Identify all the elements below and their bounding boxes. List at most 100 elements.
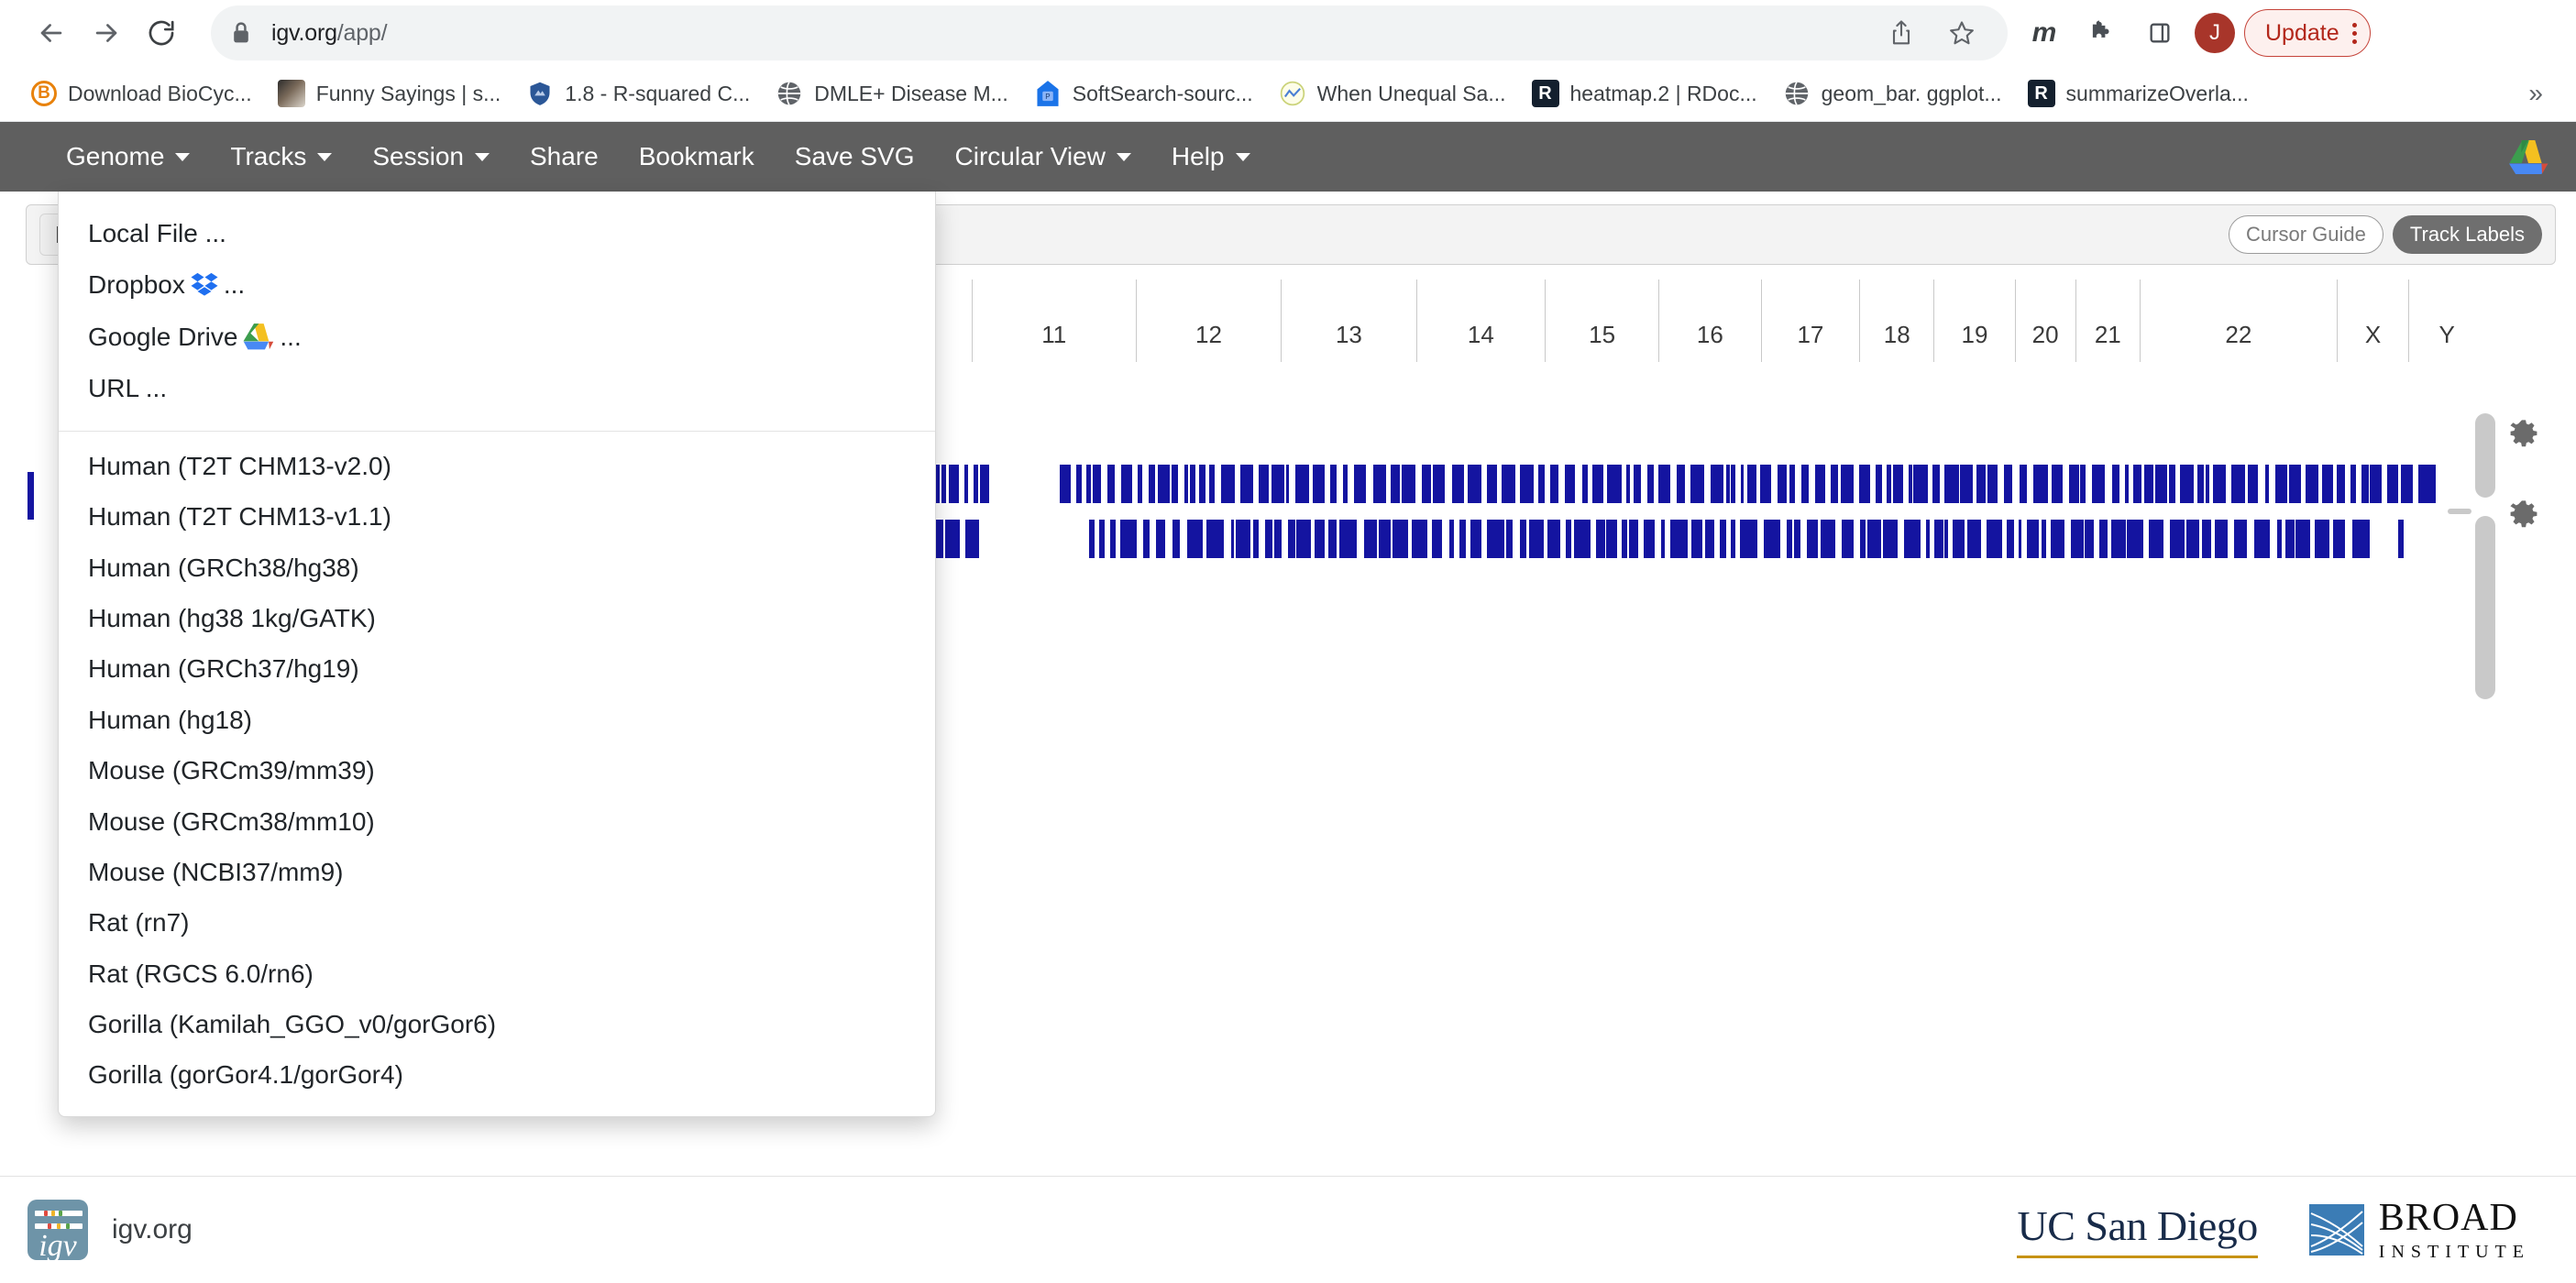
chromosome-cell-18[interactable]: 18 bbox=[1859, 280, 1933, 362]
menu-item-genome[interactable]: Human (hg18) bbox=[59, 695, 935, 745]
extensions-puzzle-icon[interactable] bbox=[2075, 7, 2127, 59]
side-panel-icon[interactable] bbox=[2134, 7, 2185, 59]
menu-item-url[interactable]: URL ... bbox=[59, 363, 935, 413]
menu-item-genome[interactable]: Gorilla (Kamilah_GGO_v0/gorGor6) bbox=[59, 999, 935, 1049]
bookmark-item[interactable]: DMLE+ Disease M... bbox=[763, 74, 1021, 113]
menu-item-genome[interactable]: Mouse (GRCm39/mm39) bbox=[59, 745, 935, 795]
bookmark-item[interactable]: When Unequal Sa... bbox=[1266, 74, 1519, 113]
bookmark-item[interactable]: geom_bar. ggplot... bbox=[1770, 74, 2015, 113]
menu-item-google-drive[interactable]: Google Drive ... bbox=[59, 310, 935, 363]
bookmark-item[interactable]: R heatmap.2 | RDoc... bbox=[1519, 74, 1770, 113]
feature-tick bbox=[2186, 520, 2200, 558]
address-bar[interactable]: igv.org/app/ bbox=[211, 5, 2008, 60]
menu-item-label: Mouse (GRCm39/mm39) bbox=[88, 757, 375, 784]
menu-bookmark[interactable]: Bookmark bbox=[619, 122, 775, 192]
menu-item-genome[interactable]: Rat (RGCS 6.0/rn6) bbox=[59, 949, 935, 999]
chromosome-cell-14[interactable]: 14 bbox=[1416, 280, 1546, 362]
feature-tick bbox=[1086, 465, 1091, 503]
url-path: /app/ bbox=[337, 20, 388, 46]
menu-item-dropbox[interactable]: Dropbox ... bbox=[59, 258, 935, 310]
feature-tick bbox=[1747, 465, 1756, 503]
cursor-guide-toggle[interactable]: Cursor Guide bbox=[2229, 215, 2383, 254]
star-icon[interactable] bbox=[1936, 7, 1987, 59]
feature-tick bbox=[1296, 520, 1311, 558]
menu-item-genome[interactable]: Mouse (NCBI37/mm9) bbox=[59, 847, 935, 897]
menu-item-genome[interactable]: Human (GRCh37/hg19) bbox=[59, 643, 935, 694]
feature-tick bbox=[1647, 465, 1654, 503]
track-scrollbar-handle[interactable] bbox=[2475, 413, 2495, 498]
bookmark-item[interactable]: R summarizeOverla... bbox=[2015, 74, 2262, 113]
share-icon[interactable] bbox=[1876, 7, 1927, 59]
menu-item-genome[interactable]: Mouse (GRCm38/mm10) bbox=[59, 796, 935, 847]
chromosome-cell-Y[interactable]: Y bbox=[2408, 280, 2484, 362]
feature-tick bbox=[1904, 520, 1921, 558]
feature-tick bbox=[1644, 520, 1655, 558]
menu-tracks[interactable]: Tracks bbox=[210, 122, 352, 192]
track-labels-toggle[interactable]: Track Labels bbox=[2393, 215, 2542, 254]
menu-share[interactable]: Share bbox=[510, 122, 619, 192]
chromosome-cell-20[interactable]: 20 bbox=[2015, 280, 2075, 362]
update-button[interactable]: Update bbox=[2244, 9, 2371, 57]
bookmark-item[interactable]: B Download BioCyc... bbox=[18, 75, 265, 112]
feature-tick bbox=[1592, 465, 1603, 503]
menu-item-genome[interactable]: Human (T2T CHM13-v1.1) bbox=[59, 491, 935, 542]
back-arrow-icon[interactable] bbox=[24, 5, 79, 60]
chromosome-cell-21[interactable]: 21 bbox=[2075, 280, 2140, 362]
feature-tick bbox=[1565, 465, 1575, 503]
feature-tick bbox=[2169, 465, 2175, 503]
broad-sub: INSTITUTE bbox=[2379, 1243, 2530, 1261]
chromosome-label: 21 bbox=[2095, 321, 2121, 349]
chromosome-cell-15[interactable]: 15 bbox=[1545, 280, 1658, 362]
svg-text:P: P bbox=[1045, 93, 1050, 101]
chromosome-cell-11[interactable]: 11 bbox=[972, 280, 1136, 362]
avatar[interactable]: J bbox=[2195, 13, 2235, 53]
bookmark-item[interactable]: Funny Sayings | s... bbox=[265, 74, 514, 113]
menu-item-genome[interactable]: Chimp (panTro6) (panTro6) bbox=[59, 1101, 935, 1117]
chromosome-cell-16[interactable]: 16 bbox=[1658, 280, 1761, 362]
chromosome-cell-X[interactable]: X bbox=[2337, 280, 2409, 362]
menu-item-genome[interactable]: Human (GRCh38/hg38) bbox=[59, 543, 935, 593]
chromosome-cell-13[interactable]: 13 bbox=[1281, 280, 1415, 362]
menu-item-label: Human (hg18) bbox=[88, 707, 252, 733]
menu-item-genome[interactable]: Gorilla (gorGor4.1/gorGor4) bbox=[59, 1049, 935, 1100]
gear-icon[interactable] bbox=[2506, 417, 2541, 452]
reload-icon[interactable] bbox=[134, 5, 189, 60]
menu-item-genome[interactable]: Human (T2T CHM13-v2.0) bbox=[59, 441, 935, 491]
feature-tick bbox=[1110, 520, 1116, 558]
chrome-menu-icon[interactable] bbox=[2352, 23, 2357, 44]
feature-tick bbox=[2401, 465, 2413, 503]
feature-tick bbox=[2234, 520, 2247, 558]
extension-m-icon[interactable]: m bbox=[2020, 17, 2068, 49]
feature-tick bbox=[1987, 465, 1997, 503]
menu-help[interactable]: Help bbox=[1151, 122, 1271, 192]
chromosome-cell-17[interactable]: 17 bbox=[1761, 280, 1859, 362]
chromosome-cell-22[interactable]: 22 bbox=[2140, 280, 2337, 362]
menu-item-genome[interactable]: Human (hg38 1kg/GATK) bbox=[59, 593, 935, 643]
feature-tick bbox=[1422, 465, 1431, 503]
gear-icon[interactable] bbox=[2506, 498, 2541, 532]
bookmarks-overflow-button[interactable]: » bbox=[2515, 75, 2556, 112]
menu-item-label: Chimp (panTro6) (panTro6) bbox=[88, 1113, 400, 1117]
menu-circular-view[interactable]: Circular View bbox=[935, 122, 1151, 192]
chromosome-cell-12[interactable]: 12 bbox=[1136, 280, 1281, 362]
track-scrollbar-handle[interactable] bbox=[2475, 516, 2495, 699]
bookmark-item[interactable]: 1.8 - R-squared C... bbox=[513, 74, 763, 113]
chromosome-cell-19[interactable]: 19 bbox=[1933, 280, 2014, 362]
menu-save-svg[interactable]: Save SVG bbox=[775, 122, 935, 192]
menu-item-label: Mouse (GRCm38/mm10) bbox=[88, 808, 375, 835]
pages-icon: P bbox=[1034, 80, 1062, 107]
feature-tick bbox=[2042, 520, 2046, 558]
menu-session[interactable]: Session bbox=[352, 122, 510, 192]
feature-tick bbox=[2215, 520, 2228, 558]
feature-tick bbox=[2285, 520, 2294, 558]
forward-arrow-icon[interactable] bbox=[79, 5, 134, 60]
feature-tick bbox=[2133, 465, 2142, 503]
menu-genome[interactable]: Genome bbox=[46, 122, 210, 192]
feature-tick bbox=[1487, 520, 1504, 558]
menu-item-genome[interactable]: Rat (rn7) bbox=[59, 897, 935, 948]
menu-item-local-file[interactable]: Local File ... bbox=[59, 208, 935, 258]
google-drive-icon[interactable] bbox=[2508, 138, 2548, 175]
feature-tick bbox=[1691, 520, 1701, 558]
bookmark-item[interactable]: P SoftSearch-sourc... bbox=[1021, 74, 1266, 113]
feature-tick bbox=[2144, 465, 2154, 503]
